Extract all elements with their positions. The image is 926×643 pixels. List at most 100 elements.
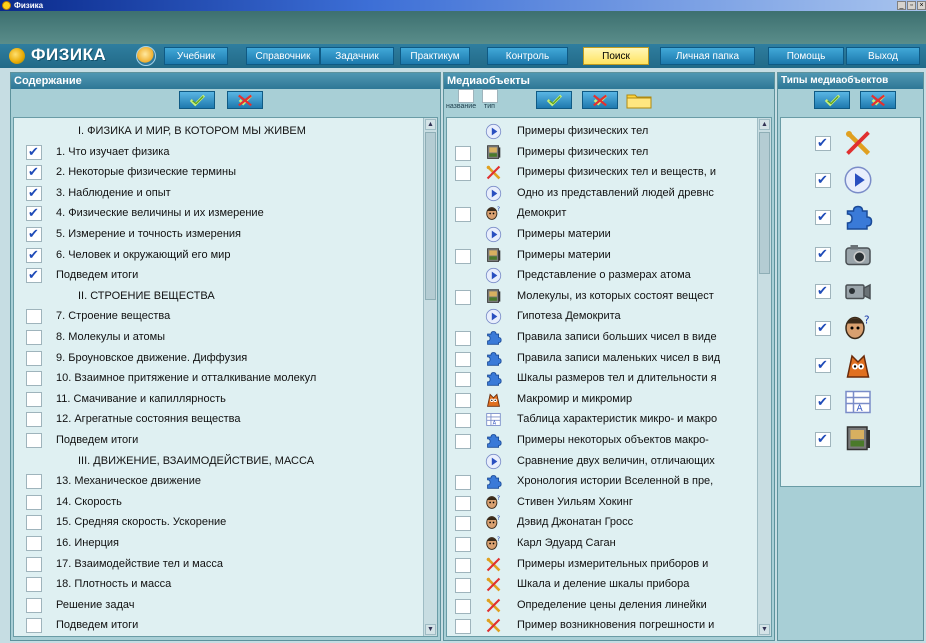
- contents-item-checkbox[interactable]: [26, 597, 42, 613]
- media-type-item[interactable]: ?: [781, 313, 891, 347]
- contents-item-checkbox[interactable]: [26, 309, 42, 325]
- media-scrollbar[interactable]: ▲ ▼: [757, 118, 771, 636]
- media-object-checkbox[interactable]: [455, 289, 471, 305]
- media-object-checkbox[interactable]: [455, 495, 471, 511]
- contents-item-checkbox[interactable]: [26, 474, 42, 490]
- sort-by-type-checkbox[interactable]: [482, 89, 498, 103]
- contents-item[interactable]: III. ДВИЖЕНИЕ, ВЗАИМОДЕЙСТВИЕ, МАССА: [14, 452, 423, 472]
- media-type-checkbox[interactable]: [815, 135, 831, 151]
- contents-item[interactable]: 6. Человек и окружающий его мир: [14, 246, 423, 266]
- media-object-item[interactable]: Шкала и деление шкалы прибора: [447, 575, 757, 595]
- nav-button[interactable]: Помощь: [768, 47, 844, 65]
- sort-by-name-checkbox[interactable]: [458, 89, 474, 103]
- media-object-item[interactable]: Макромир и микромир: [447, 390, 757, 410]
- media-object-checkbox[interactable]: [455, 578, 471, 594]
- maximize-button[interactable]: ▫: [907, 1, 916, 10]
- media-object-item[interactable]: Примеры материи: [447, 246, 757, 266]
- minimize-button[interactable]: _: [897, 1, 906, 10]
- media-object-checkbox[interactable]: [455, 619, 471, 635]
- types-select-all-button[interactable]: [814, 91, 850, 109]
- media-object-item[interactable]: Одно из представлений людей древнс: [447, 184, 757, 204]
- nav-button[interactable]: Личная папка: [660, 47, 755, 65]
- media-object-checkbox[interactable]: [455, 516, 471, 532]
- contents-item[interactable]: 12. Агрегатные состояния вещества: [14, 410, 423, 430]
- media-object-item[interactable]: ? Демокрит: [447, 204, 757, 224]
- media-type-checkbox[interactable]: [815, 394, 831, 410]
- contents-item[interactable]: I. ФИЗИКА И МИР, В КОТОРОМ МЫ ЖИВЕМ: [14, 122, 423, 142]
- folder-icon[interactable]: [626, 92, 652, 109]
- nav-button[interactable]: Контроль: [487, 47, 568, 65]
- contents-item-checkbox[interactable]: [26, 556, 42, 572]
- contents-item[interactable]: Подведем итоги: [14, 616, 423, 636]
- media-object-item[interactable]: Гипотеза Демокрита: [447, 307, 757, 327]
- scroll-down-arrow-icon[interactable]: ▼: [425, 624, 436, 635]
- clear-all-button[interactable]: [227, 91, 263, 109]
- nav-button[interactable]: Учебник: [164, 47, 228, 65]
- contents-item[interactable]: 9. Броуновское движение. Диффузия: [14, 349, 423, 369]
- contents-item-checkbox[interactable]: [26, 433, 42, 448]
- media-object-checkbox[interactable]: [455, 392, 471, 408]
- nav-button[interactable]: Практикум: [400, 47, 470, 65]
- contents-item-checkbox[interactable]: [26, 618, 42, 634]
- media-object-checkbox[interactable]: [455, 537, 471, 552]
- nav-button[interactable]: Поиск: [583, 47, 649, 65]
- contents-item[interactable]: 11. Смачивание и капиллярность: [14, 390, 423, 410]
- media-object-item[interactable]: Пример возникновения погрешности и: [447, 616, 757, 636]
- contents-item-checkbox[interactable]: [26, 247, 42, 263]
- media-object-item[interactable]: Примеры физических тел: [447, 122, 757, 142]
- media-object-item[interactable]: Представление о размерах атома: [447, 266, 757, 286]
- contents-scrollbar[interactable]: ▲ ▼: [423, 118, 437, 636]
- nav-button[interactable]: Задачник: [320, 47, 394, 65]
- scroll-thumb[interactable]: [759, 132, 770, 274]
- nav-button[interactable]: Выход: [846, 47, 920, 65]
- contents-item-checkbox[interactable]: [26, 412, 42, 428]
- contents-item-checkbox[interactable]: [26, 515, 42, 531]
- media-object-item[interactable]: ? Карл Эдуард Саган: [447, 534, 757, 554]
- media-object-item[interactable]: Определение цены деления линейки: [447, 596, 757, 616]
- media-type-item[interactable]: [781, 128, 891, 162]
- contents-item-checkbox[interactable]: [26, 371, 42, 387]
- contents-item[interactable]: 14. Скорость: [14, 493, 423, 513]
- media-type-checkbox[interactable]: [815, 431, 831, 447]
- contents-item-checkbox[interactable]: [26, 144, 42, 160]
- media-type-item[interactable]: [781, 350, 891, 384]
- media-object-checkbox[interactable]: [455, 331, 471, 346]
- media-object-checkbox[interactable]: [455, 475, 471, 491]
- media-object-item[interactable]: Правила записи больших чисел в виде: [447, 328, 757, 348]
- contents-item-checkbox[interactable]: [26, 205, 42, 222]
- contents-item[interactable]: 4. Физические величины и их измерение: [14, 204, 423, 224]
- contents-item-checkbox[interactable]: [26, 494, 42, 510]
- media-object-item[interactable]: ? Стивен Уильям Хокинг: [447, 493, 757, 513]
- contents-item-checkbox[interactable]: [26, 330, 42, 345]
- media-type-item[interactable]: [781, 239, 891, 273]
- media-type-checkbox[interactable]: [815, 357, 831, 373]
- contents-item[interactable]: Решение задач: [14, 596, 423, 616]
- media-object-item[interactable]: А Таблица характеристик микро- и макро: [447, 410, 757, 430]
- media-object-item[interactable]: Сравнение двух величин, отличающих: [447, 452, 757, 472]
- media-object-item[interactable]: Хронология истории Вселенной в пре,: [447, 472, 757, 492]
- media-object-checkbox[interactable]: [455, 166, 471, 182]
- media-object-checkbox[interactable]: [455, 145, 471, 161]
- media-object-item[interactable]: Примеры физических тел: [447, 143, 757, 163]
- contents-item[interactable]: 7. Строение вещества: [14, 307, 423, 327]
- media-object-checkbox[interactable]: [455, 372, 471, 388]
- media-type-item[interactable]: А: [781, 387, 891, 421]
- media-type-item[interactable]: [781, 202, 891, 236]
- scroll-down-arrow-icon[interactable]: ▼: [759, 624, 770, 635]
- media-type-checkbox[interactable]: [815, 209, 831, 225]
- media-object-item[interactable]: Примеры физических тел и веществ, и: [447, 163, 757, 183]
- contents-item-checkbox[interactable]: [26, 350, 42, 366]
- media-type-item[interactable]: [781, 165, 891, 199]
- contents-item-checkbox[interactable]: [26, 536, 42, 551]
- media-type-checkbox[interactable]: [815, 172, 831, 188]
- close-button[interactable]: ×: [917, 1, 926, 10]
- contents-item-checkbox[interactable]: [26, 391, 42, 407]
- scroll-up-arrow-icon[interactable]: ▲: [759, 119, 770, 130]
- contents-item[interactable]: 15. Средняя скорость. Ускорение: [14, 513, 423, 533]
- contents-item[interactable]: Подведем итоги: [14, 266, 423, 286]
- media-object-checkbox[interactable]: [455, 598, 471, 614]
- media-object-checkbox[interactable]: [455, 248, 471, 264]
- contents-item-checkbox[interactable]: [26, 267, 42, 284]
- media-object-checkbox[interactable]: [455, 351, 471, 367]
- media-object-checkbox[interactable]: [455, 207, 471, 223]
